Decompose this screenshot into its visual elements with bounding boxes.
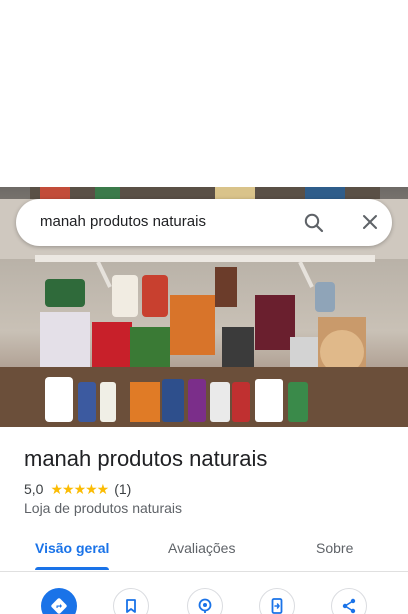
place-category[interactable]: Loja de produtos naturais bbox=[24, 500, 182, 516]
share-icon bbox=[342, 598, 356, 614]
tab-about[interactable]: Sobre bbox=[316, 540, 353, 556]
rating-value: 5,0 bbox=[24, 481, 44, 497]
rating-row[interactable]: 5,0 ★★★★★ (1) bbox=[24, 480, 131, 498]
nearby-icon bbox=[198, 598, 212, 613]
directions-button[interactable] bbox=[41, 588, 77, 614]
search-icon[interactable] bbox=[302, 211, 326, 235]
tab-reviews[interactable]: Avaliações bbox=[168, 540, 235, 556]
place-title: manah produtos naturais bbox=[24, 446, 268, 471]
active-tab-indicator bbox=[35, 567, 109, 570]
send-to-phone-icon bbox=[271, 598, 283, 614]
bookmark-icon bbox=[126, 599, 136, 613]
share-button[interactable] bbox=[331, 588, 367, 614]
close-icon[interactable] bbox=[358, 210, 382, 234]
search-input[interactable]: manah produtos naturais bbox=[40, 213, 206, 230]
send-to-phone-button[interactable] bbox=[259, 588, 295, 614]
tab-bar: Visão geral Avaliações Sobre bbox=[0, 530, 408, 572]
rating-stars: ★★★★★ bbox=[50, 480, 109, 497]
map-placeholder bbox=[0, 0, 408, 187]
save-button[interactable] bbox=[113, 588, 149, 614]
nearby-button[interactable] bbox=[187, 588, 223, 614]
directions-icon bbox=[51, 598, 67, 614]
action-buttons bbox=[0, 586, 408, 614]
tab-overview[interactable]: Visão geral bbox=[35, 540, 109, 556]
search-bar[interactable]: manah produtos naturais bbox=[16, 199, 392, 246]
review-count[interactable]: (1) bbox=[114, 481, 131, 497]
